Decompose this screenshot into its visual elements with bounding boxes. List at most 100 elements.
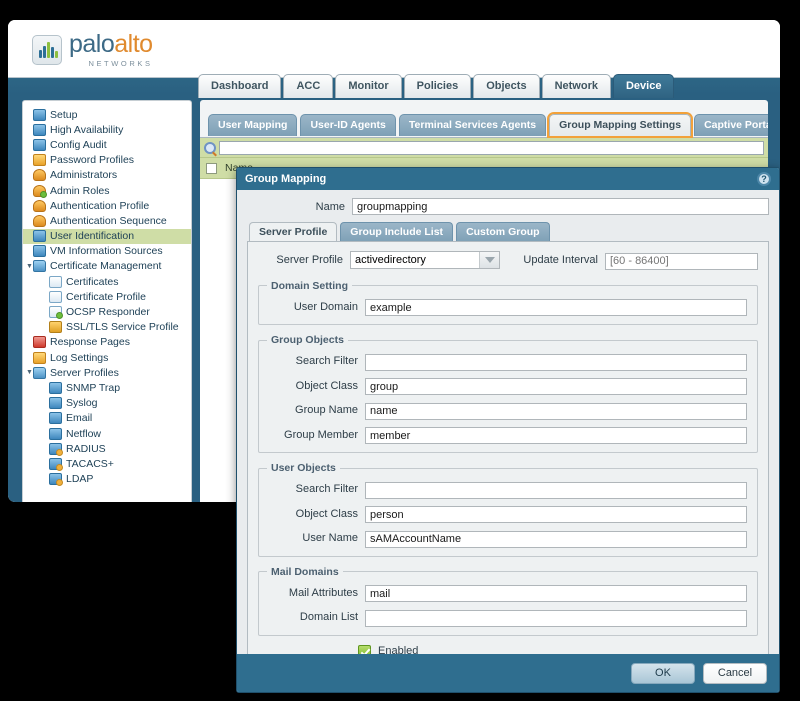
sidebar-item-label: Certificate Profile — [66, 290, 146, 303]
sidebar-item-response-pages[interactable]: Response Pages — [23, 335, 191, 350]
chevron-down-icon — [479, 252, 499, 269]
content-tab-terminal-services-agents[interactable]: Terminal Services Agents — [398, 114, 547, 136]
certificate-icon — [49, 290, 62, 303]
sidebar-item-authentication-profile[interactable]: Authentication Profile — [23, 198, 191, 213]
sidebar-item-password-profiles[interactable]: Password Profiles — [23, 153, 191, 168]
dialog-tab-server-profile[interactable]: Server Profile — [249, 222, 338, 242]
top-tab-objects[interactable]: Objects — [473, 74, 540, 98]
dialog-tab-group-include-list[interactable]: Group Include List — [340, 222, 454, 242]
high-availability-icon — [33, 123, 46, 136]
server-profile-row: Server Profile activedirectory Update In… — [258, 251, 758, 270]
bar-chart-logo-icon — [32, 35, 62, 65]
field-input-group-member[interactable] — [365, 427, 747, 444]
certificate-icon — [49, 275, 62, 288]
users-icon — [33, 199, 46, 212]
sidebar-item-tacacs-[interactable]: TACACS+ — [23, 456, 191, 471]
top-tab-policies[interactable]: Policies — [403, 74, 472, 98]
content-tab-user-mapping[interactable]: User Mapping — [208, 114, 298, 136]
server-profile-select[interactable]: activedirectory — [350, 251, 500, 270]
field-input-search-filter[interactable] — [365, 481, 747, 499]
vm-icon — [33, 245, 46, 258]
sidebar-item-authentication-sequence[interactable]: Authentication Sequence — [23, 213, 191, 228]
response-pages-icon — [33, 336, 46, 349]
sidebar-item-label: Authentication Profile — [50, 199, 150, 212]
field-input-object-class[interactable] — [365, 378, 747, 395]
help-icon[interactable]: ? — [757, 172, 771, 186]
top-navigation-tabs: Dashboard ACC Monitor Policies Objects Networ… — [198, 74, 675, 98]
field-label: Mail Attributes — [288, 586, 358, 599]
sidebar-item-label: Authentication Sequence — [50, 214, 167, 227]
sidebar-item-admin-roles[interactable]: Admin Roles — [23, 183, 191, 198]
field-input-group-name[interactable] — [365, 402, 747, 420]
field-row: Object Class — [267, 377, 747, 395]
update-interval-label: Update Interval — [523, 254, 598, 267]
sidebar-item-certificate-management[interactable]: ▼ Certificate Management — [23, 259, 191, 274]
sidebar-item-administrators[interactable]: Administrators — [23, 168, 191, 183]
sidebar-item-snmp-trap[interactable]: SNMP Trap — [23, 380, 191, 395]
search-icon — [204, 141, 216, 154]
user-check-icon — [33, 184, 47, 198]
server-lock-icon — [49, 442, 63, 456]
content-tab-captive-portal-settings[interactable]: Captive Portal Settings — [694, 114, 768, 136]
field-label: Search Filter — [295, 483, 358, 496]
field-label: User Domain — [293, 300, 358, 313]
name-input[interactable] — [352, 198, 769, 215]
user-identification-tabs: User Mapping User-ID Agents Terminal Servi… — [208, 114, 768, 136]
field-row: Group Name — [267, 401, 747, 420]
sidebar-item-certificate-profile[interactable]: Certificate Profile — [23, 289, 191, 304]
field-input-search-filter[interactable] — [365, 353, 747, 371]
sidebar-item-certificates[interactable]: Certificates — [23, 274, 191, 289]
sidebar-item-radius[interactable]: RADIUS — [23, 441, 191, 456]
sidebar-item-label: VM Information Sources — [50, 245, 163, 258]
sidebar-item-user-identification[interactable]: User Identification — [23, 228, 191, 244]
top-tab-network[interactable]: Network — [541, 74, 611, 98]
field-label: Object Class — [295, 507, 358, 520]
sidebar-item-config-audit[interactable]: Config Audit — [23, 137, 191, 152]
field-input-mail-attributes[interactable] — [365, 585, 747, 602]
sidebar-item-syslog[interactable]: Syslog — [23, 396, 191, 411]
top-tab-device[interactable]: Device — [612, 74, 675, 98]
sidebar-item-label: SNMP Trap — [66, 381, 121, 394]
sidebar-item-server-profiles[interactable]: ▼ Server Profiles — [23, 365, 191, 380]
sidebar-item-ssl-tls-service-profile[interactable]: SSL/TLS Service Profile — [23, 320, 191, 335]
sidebar-item-setup[interactable]: Setup — [23, 107, 191, 122]
cancel-button[interactable]: Cancel — [703, 662, 767, 684]
enabled-checkbox[interactable] — [358, 644, 371, 654]
top-tab-acc[interactable]: ACC — [283, 74, 334, 98]
select-all-checkbox[interactable] — [206, 162, 217, 174]
key-icon — [33, 154, 46, 167]
ok-button[interactable]: OK — [631, 662, 695, 684]
field-input-user-domain[interactable] — [365, 299, 747, 316]
field-input-object-class[interactable] — [365, 506, 747, 523]
sidebar-item-label: Password Profiles — [50, 154, 135, 167]
sidebar-item-high-availability[interactable]: High Availability — [23, 122, 191, 137]
field-label: Object Class — [295, 379, 358, 392]
sidebar-item-ldap[interactable]: LDAP — [23, 472, 191, 487]
dialog-title-bar: Group Mapping ? — [237, 168, 779, 190]
update-interval-input[interactable] — [605, 252, 758, 270]
top-tab-monitor[interactable]: Monitor — [335, 74, 402, 98]
name-label: Name — [315, 200, 345, 213]
server-icon — [49, 381, 62, 394]
sidebar-item-netflow[interactable]: Netflow — [23, 426, 191, 441]
server-lock-icon — [49, 473, 63, 487]
check-badge-icon — [40, 190, 47, 198]
server-profile-label: Server Profile — [276, 254, 343, 267]
sidebar-item-email[interactable]: Email — [23, 411, 191, 426]
server-icon — [49, 412, 62, 425]
sidebar-item-log-settings[interactable]: Log Settings — [23, 350, 191, 365]
content-tab-group-mapping-settings[interactable]: Group Mapping Settings — [549, 114, 692, 136]
brand-tagline: NETWORKS — [88, 59, 153, 68]
sidebar-item-vm-information-sources[interactable]: VM Information Sources — [23, 244, 191, 259]
sidebar-item-label: RADIUS — [66, 442, 106, 455]
sidebar-item-ocsp-responder[interactable]: OCSP Responder — [23, 304, 191, 320]
search-input[interactable] — [219, 140, 764, 155]
content-tab-user-id-agents[interactable]: User-ID Agents — [300, 114, 396, 136]
dialog-tab-custom-group[interactable]: Custom Group — [456, 222, 550, 242]
enabled-row: Enabled — [258, 644, 758, 654]
field-row: Group Member — [267, 426, 747, 444]
field-input-user-name[interactable] — [365, 530, 747, 548]
top-tab-dashboard[interactable]: Dashboard — [198, 74, 282, 98]
sidebar-item-label: Config Audit — [50, 138, 107, 151]
field-input-domain-list[interactable] — [365, 609, 747, 627]
